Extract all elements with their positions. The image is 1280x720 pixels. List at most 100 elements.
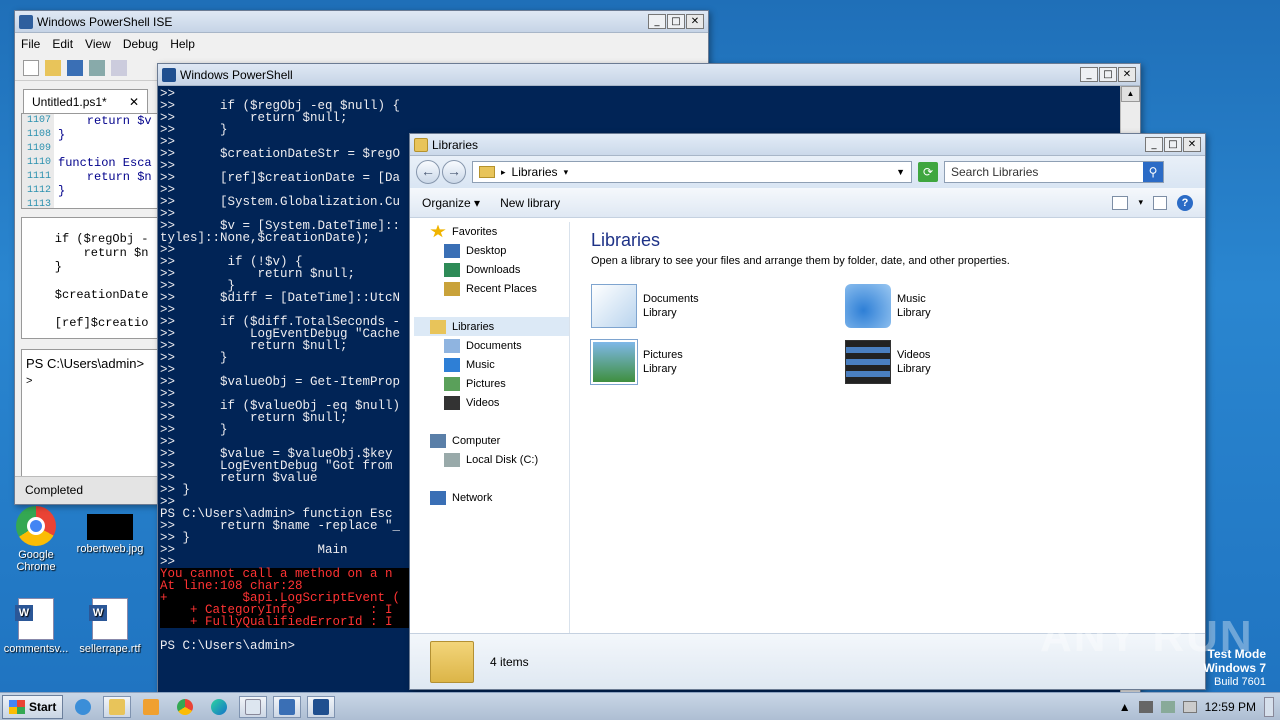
sidebar-item-desktop[interactable]: Desktop — [414, 241, 569, 260]
scroll-up-icon[interactable]: ▲ — [1121, 86, 1140, 102]
speaker-icon[interactable] — [1138, 700, 1153, 713]
ise-titlebar[interactable]: Windows PowerShell ISE _ □ ✕ — [15, 11, 708, 33]
tab-untitled1[interactable]: Untitled1.ps1* ✕ — [23, 89, 148, 113]
save-icon[interactable] — [67, 59, 83, 76]
ise-console-pane[interactable]: PS C:\Users\admin> > — [21, 349, 161, 489]
close-button[interactable]: ✕ — [1183, 137, 1201, 152]
show-desktop-button[interactable] — [1264, 696, 1274, 717]
menu-help[interactable]: Help — [170, 37, 195, 51]
close-tab-icon[interactable]: ✕ — [129, 95, 139, 109]
sidebar-item-label: Favorites — [452, 225, 498, 238]
close-button[interactable]: ✕ — [686, 14, 704, 29]
minimize-button[interactable]: _ — [648, 14, 666, 29]
forward-button[interactable]: → — [442, 160, 466, 184]
sidebar-item-label: Libraries — [452, 320, 495, 333]
documents-library-icon — [591, 284, 637, 328]
new-file-icon[interactable] — [23, 59, 39, 76]
taskbar-powershell[interactable] — [307, 695, 336, 718]
search-placeholder: Search Libraries — [951, 165, 1039, 179]
sidebar-item-network[interactable]: Network — [414, 488, 569, 507]
ise-script-pane[interactable]: if ($regObj - return $n } $creationDate … — [21, 217, 161, 339]
powershell-titlebar[interactable]: Windows PowerShell _ □ ✕ — [158, 64, 1140, 86]
new-library-button[interactable]: New library — [500, 196, 560, 210]
sidebar-item-favorites[interactable]: Favorites — [414, 222, 569, 241]
library-item-pictures[interactable]: Pictures Library — [590, 339, 683, 385]
taskbar-ise[interactable] — [273, 695, 302, 718]
taskbar-media-player[interactable] — [137, 696, 165, 718]
sidebar-item-local-disk-c[interactable]: Local Disk (C:) — [414, 450, 569, 469]
sidebar-item-videos[interactable]: Videos — [414, 393, 569, 412]
copy-icon[interactable] — [111, 59, 127, 76]
view-dropdown-icon[interactable]: ▾ — [1138, 197, 1143, 208]
maximize-button[interactable]: □ — [1164, 137, 1182, 152]
address-dropdown-icon[interactable]: ▼ — [896, 167, 905, 177]
library-item-music[interactable]: Music Library — [845, 284, 931, 328]
tab-label: Untitled1.ps1* — [32, 94, 107, 109]
minimize-button[interactable]: _ — [1080, 67, 1098, 82]
libraries-titlebar[interactable]: Libraries _ □ ✕ — [410, 134, 1205, 156]
sidebar-item-downloads[interactable]: Downloads — [414, 260, 569, 279]
menu-file[interactable]: File — [21, 37, 40, 51]
menu-view[interactable]: View — [85, 37, 111, 51]
view-options-icon[interactable] — [1112, 195, 1129, 210]
address-bar[interactable]: ▸ Libraries ▾ ▼ — [472, 161, 912, 183]
menu-edit[interactable]: Edit — [52, 37, 73, 51]
clock[interactable]: 12:59 PM — [1205, 700, 1256, 714]
pictures-library-icon — [590, 339, 638, 385]
ise-script-editor[interactable]: 1107 return $v 1108} 1109 1110 function E… — [21, 113, 161, 209]
sidebar-item-recent-places[interactable]: Recent Places — [414, 279, 569, 298]
sidebar-item-label: Desktop — [466, 244, 507, 257]
chrome-icon — [177, 698, 194, 715]
libraries-window[interactable]: Libraries _ □ ✕ ← → ▸ Libraries ▾ ▼ ⟳ Se… — [409, 133, 1206, 690]
desktop-icon-doc2[interactable]: W sellerrape.rtf — [74, 598, 146, 655]
library-item-documents[interactable]: Documents Library — [591, 284, 699, 328]
disk-icon — [444, 452, 460, 467]
menu-debug[interactable]: Debug — [123, 37, 158, 51]
desktop-icon-label: robertweb.jpg — [76, 543, 144, 555]
ise-title: Windows PowerShell ISE — [37, 14, 173, 29]
desktop-icon-chrome[interactable]: Google Chrome — [0, 506, 72, 573]
help-icon[interactable]: ? — [1177, 194, 1193, 211]
refresh-button[interactable]: ⟳ — [918, 162, 938, 182]
editor-line: 1112} — [22, 184, 160, 198]
close-button[interactable]: ✕ — [1118, 67, 1136, 82]
start-button[interactable]: Start — [2, 694, 64, 719]
preview-pane-icon[interactable] — [1153, 195, 1167, 210]
sidebar-item-label: Pictures — [466, 377, 506, 390]
chevron-down-icon[interactable]: ▾ — [564, 167, 569, 178]
back-button[interactable]: ← — [416, 160, 440, 184]
cut-icon[interactable] — [89, 59, 105, 76]
taskbar-edge[interactable] — [205, 696, 233, 718]
taskbar-ie[interactable] — [69, 696, 97, 718]
desktop-icon-image[interactable]: robertweb.jpg — [74, 514, 146, 555]
sidebar-item-libraries[interactable]: Libraries — [414, 317, 569, 336]
desktop-icon-label: sellerrape.rtf — [79, 643, 141, 655]
maximize-button[interactable]: □ — [1099, 67, 1117, 82]
search-input[interactable]: Search Libraries ⚲ — [944, 161, 1164, 183]
libraries-title: Libraries — [432, 137, 479, 152]
search-icon[interactable]: ⚲ — [1143, 162, 1163, 182]
address-crumb[interactable]: Libraries — [512, 165, 558, 179]
taskbar-notepad[interactable] — [239, 695, 268, 718]
organize-button[interactable]: Organize ▾ — [422, 196, 480, 210]
tray-expand-icon[interactable]: ▲ — [1119, 700, 1131, 714]
taskbar-explorer[interactable] — [103, 695, 132, 718]
sidebar-item-documents[interactable]: Documents — [414, 336, 569, 355]
sidebar-item-music[interactable]: Music — [414, 355, 569, 374]
desktop-icon-doc1[interactable]: W commentsv... — [0, 598, 72, 655]
open-folder-icon[interactable] — [45, 59, 61, 76]
flag-icon[interactable] — [1182, 700, 1197, 713]
libraries-folder-icon — [430, 640, 474, 683]
sidebar-item-pictures[interactable]: Pictures — [414, 374, 569, 393]
taskbar-chrome[interactable] — [171, 696, 199, 718]
sidebar-item-computer[interactable]: Computer — [414, 431, 569, 450]
chevron-right-icon[interactable]: ▸ — [501, 167, 506, 178]
minimize-button[interactable]: _ — [1145, 137, 1163, 152]
powershell-title: Windows PowerShell — [180, 67, 293, 82]
maximize-button[interactable]: □ — [667, 14, 685, 29]
network-icon[interactable] — [1160, 700, 1175, 713]
editor-line: 1109 — [22, 142, 160, 156]
library-item-videos[interactable]: Videos Library — [845, 340, 931, 384]
